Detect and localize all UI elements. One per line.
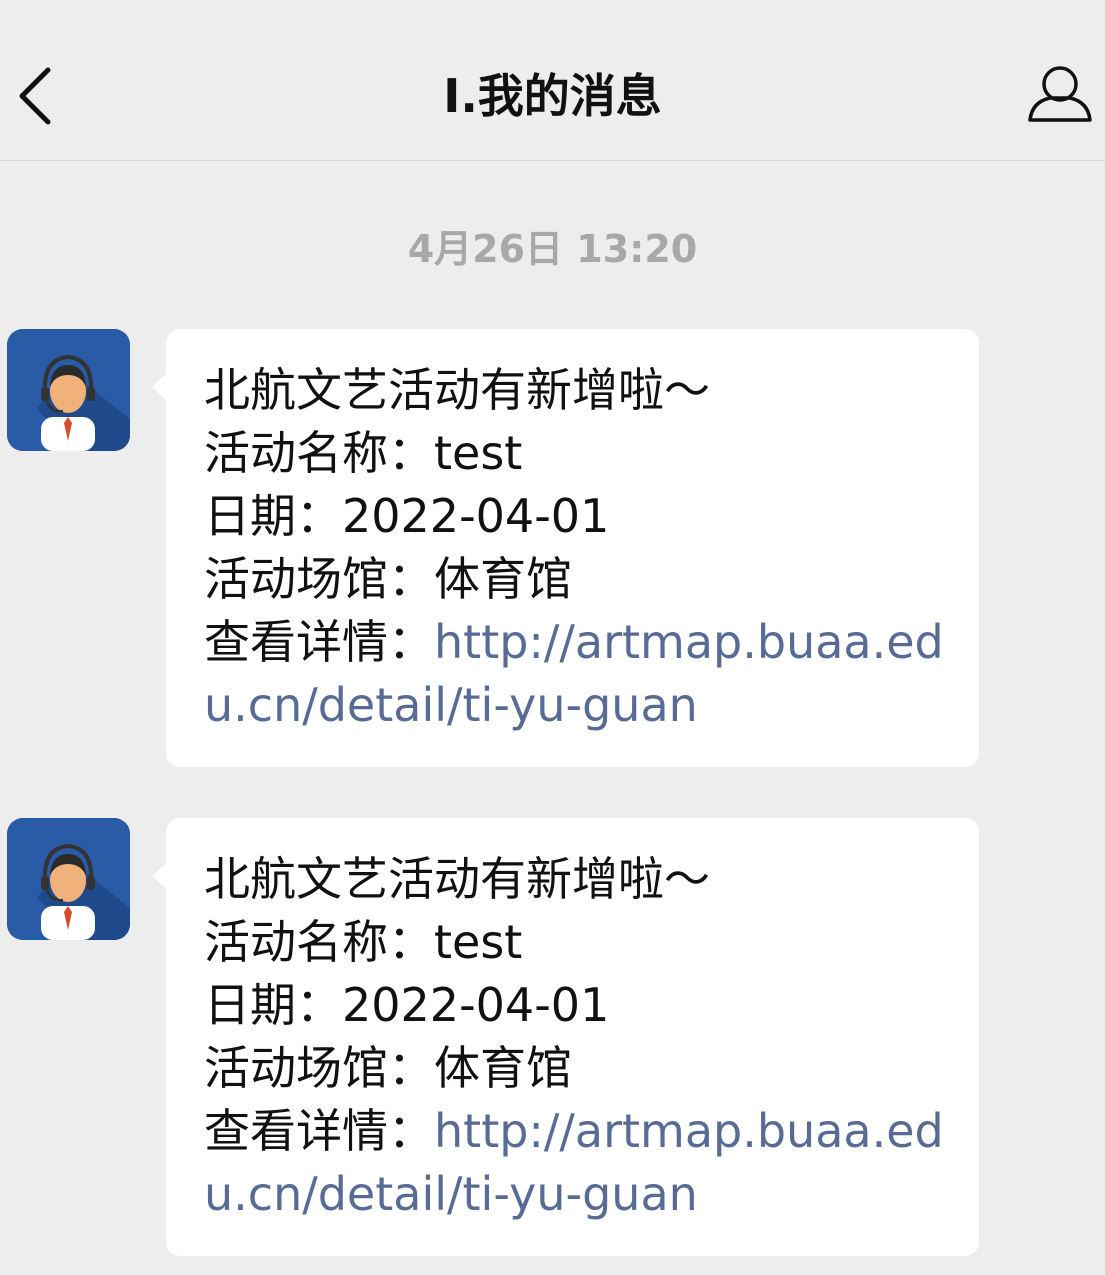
bubble-tail (152, 862, 167, 890)
activity-name-value: test (434, 915, 523, 969)
activity-venue-label: 活动场馆： (204, 552, 434, 606)
activity-venue-label: 活动场馆： (204, 1041, 434, 1095)
activity-name-value: test (434, 426, 523, 480)
message-headline: 北航文艺活动有新增啦～ (204, 852, 710, 906)
activity-date-line: 日期：2022-04-01 (204, 974, 947, 1037)
sender-avatar[interactable] (7, 818, 130, 940)
activity-venue-value: 体育馆 (434, 1041, 572, 1095)
activity-date-label: 日期： (204, 489, 342, 543)
bubble-tail (152, 373, 167, 401)
nav-bar: I.我的消息 (0, 0, 1105, 161)
activity-detail-label: 查看详情： (204, 615, 434, 669)
customer-service-avatar-icon (7, 329, 130, 451)
page-title: I.我的消息 (443, 69, 662, 123)
activity-name-line: 活动名称：test (204, 422, 947, 485)
activity-date-value: 2022-04-01 (342, 489, 610, 543)
message-headline: 北航文艺活动有新增啦～ (204, 363, 710, 417)
activity-name-label: 活动名称： (204, 915, 434, 969)
activity-name-label: 活动名称： (204, 426, 434, 480)
activity-date-label: 日期： (204, 978, 342, 1032)
message-timestamp: 4月26日 13:20 (407, 227, 698, 271)
activity-venue-value: 体育馆 (434, 552, 572, 606)
message-bubble[interactable]: 北航文艺活动有新增啦～ 活动名称：test 日期：2022-04-01 活动场馆… (152, 329, 979, 767)
activity-venue-line: 活动场馆：体育馆 (204, 1037, 947, 1100)
profile-button[interactable] (1020, 60, 1100, 130)
activity-date-line: 日期：2022-04-01 (204, 485, 947, 548)
activity-detail-label: 查看详情： (204, 1104, 434, 1158)
activity-detail-line: 查看详情：http://artmap.buaa.edu.cn/detail/ti… (204, 611, 949, 737)
person-icon (1028, 66, 1092, 122)
activity-venue-line: 活动场馆：体育馆 (204, 548, 947, 611)
customer-service-avatar-icon (7, 818, 130, 940)
activity-name-line: 活动名称：test (204, 911, 947, 974)
sender-avatar[interactable] (7, 329, 130, 451)
activity-date-value: 2022-04-01 (342, 978, 610, 1032)
activity-detail-line: 查看详情：http://artmap.buaa.edu.cn/detail/ti… (204, 1100, 949, 1226)
message-bubble[interactable]: 北航文艺活动有新增啦～ 活动名称：test 日期：2022-04-01 活动场馆… (152, 818, 979, 1256)
